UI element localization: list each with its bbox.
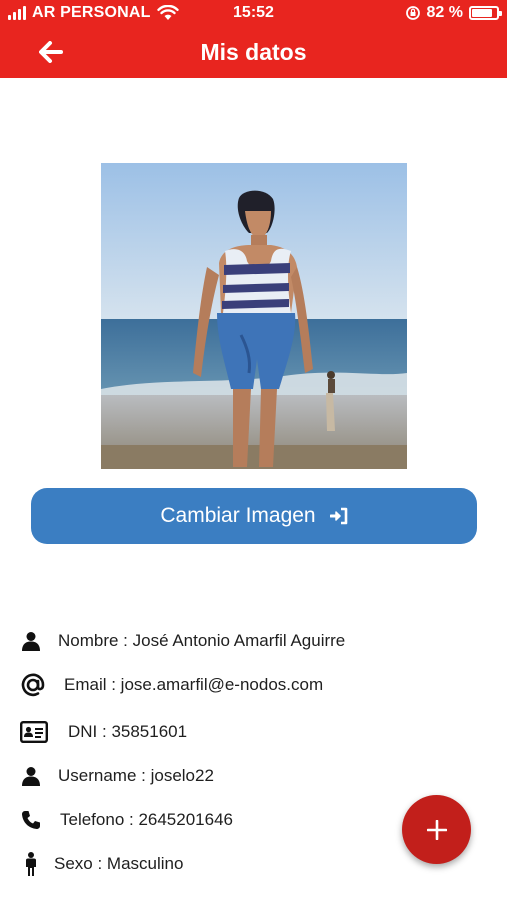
- user-icon: [20, 765, 42, 787]
- sign-in-icon: [329, 507, 347, 525]
- detail-text: Username : joselo22: [58, 766, 214, 785]
- detail-row-email: Email : jose.amarfil@e-nodos.com: [20, 670, 323, 700]
- nav-bar: Mis datos: [0, 28, 507, 78]
- plus-icon: [426, 819, 447, 840]
- detail-row-nombre: Nombre : José Antonio Amarfil Aguirre: [20, 626, 345, 656]
- male-icon: [20, 852, 42, 876]
- detail-text: Nombre : José Antonio Amarfil Aguirre: [58, 631, 346, 650]
- app-header: AR PERSONAL 15:52 82 % Mis datos: [0, 0, 507, 78]
- orientation-lock-icon: [405, 6, 420, 20]
- user-icon: [20, 630, 42, 652]
- detail-row-dni: DNI : 35851601: [20, 717, 187, 747]
- detail-row-telefono: Telefono : 2645201646: [20, 805, 233, 835]
- detail-text: Telefono : 2645201646: [60, 810, 233, 829]
- add-button[interactable]: [402, 795, 471, 864]
- page-title: Mis datos: [200, 39, 307, 65]
- change-image-button[interactable]: Cambiar Imagen: [31, 488, 477, 544]
- battery-percentage: 82 %: [426, 4, 463, 21]
- battery-fill: [472, 9, 492, 17]
- id-card-icon: [20, 721, 48, 743]
- detail-text: Email : jose.amarfil@e-nodos.com: [64, 675, 324, 694]
- detail-row-username: Username : joselo22: [20, 761, 214, 791]
- change-image-label: Cambiar Imagen: [160, 504, 316, 527]
- status-right: 82 %: [405, 4, 502, 22]
- at-icon: [20, 673, 46, 697]
- detail-row-sexo: Sexo : Masculino: [20, 849, 183, 879]
- status-bar: AR PERSONAL 15:52 82 %: [0, 0, 507, 28]
- detail-text: DNI : 35851601: [68, 722, 188, 741]
- battery-icon: [469, 6, 502, 20]
- profile-photo: [101, 163, 407, 469]
- detail-text: Sexo : Masculino: [54, 854, 184, 873]
- phone-icon: [20, 809, 42, 831]
